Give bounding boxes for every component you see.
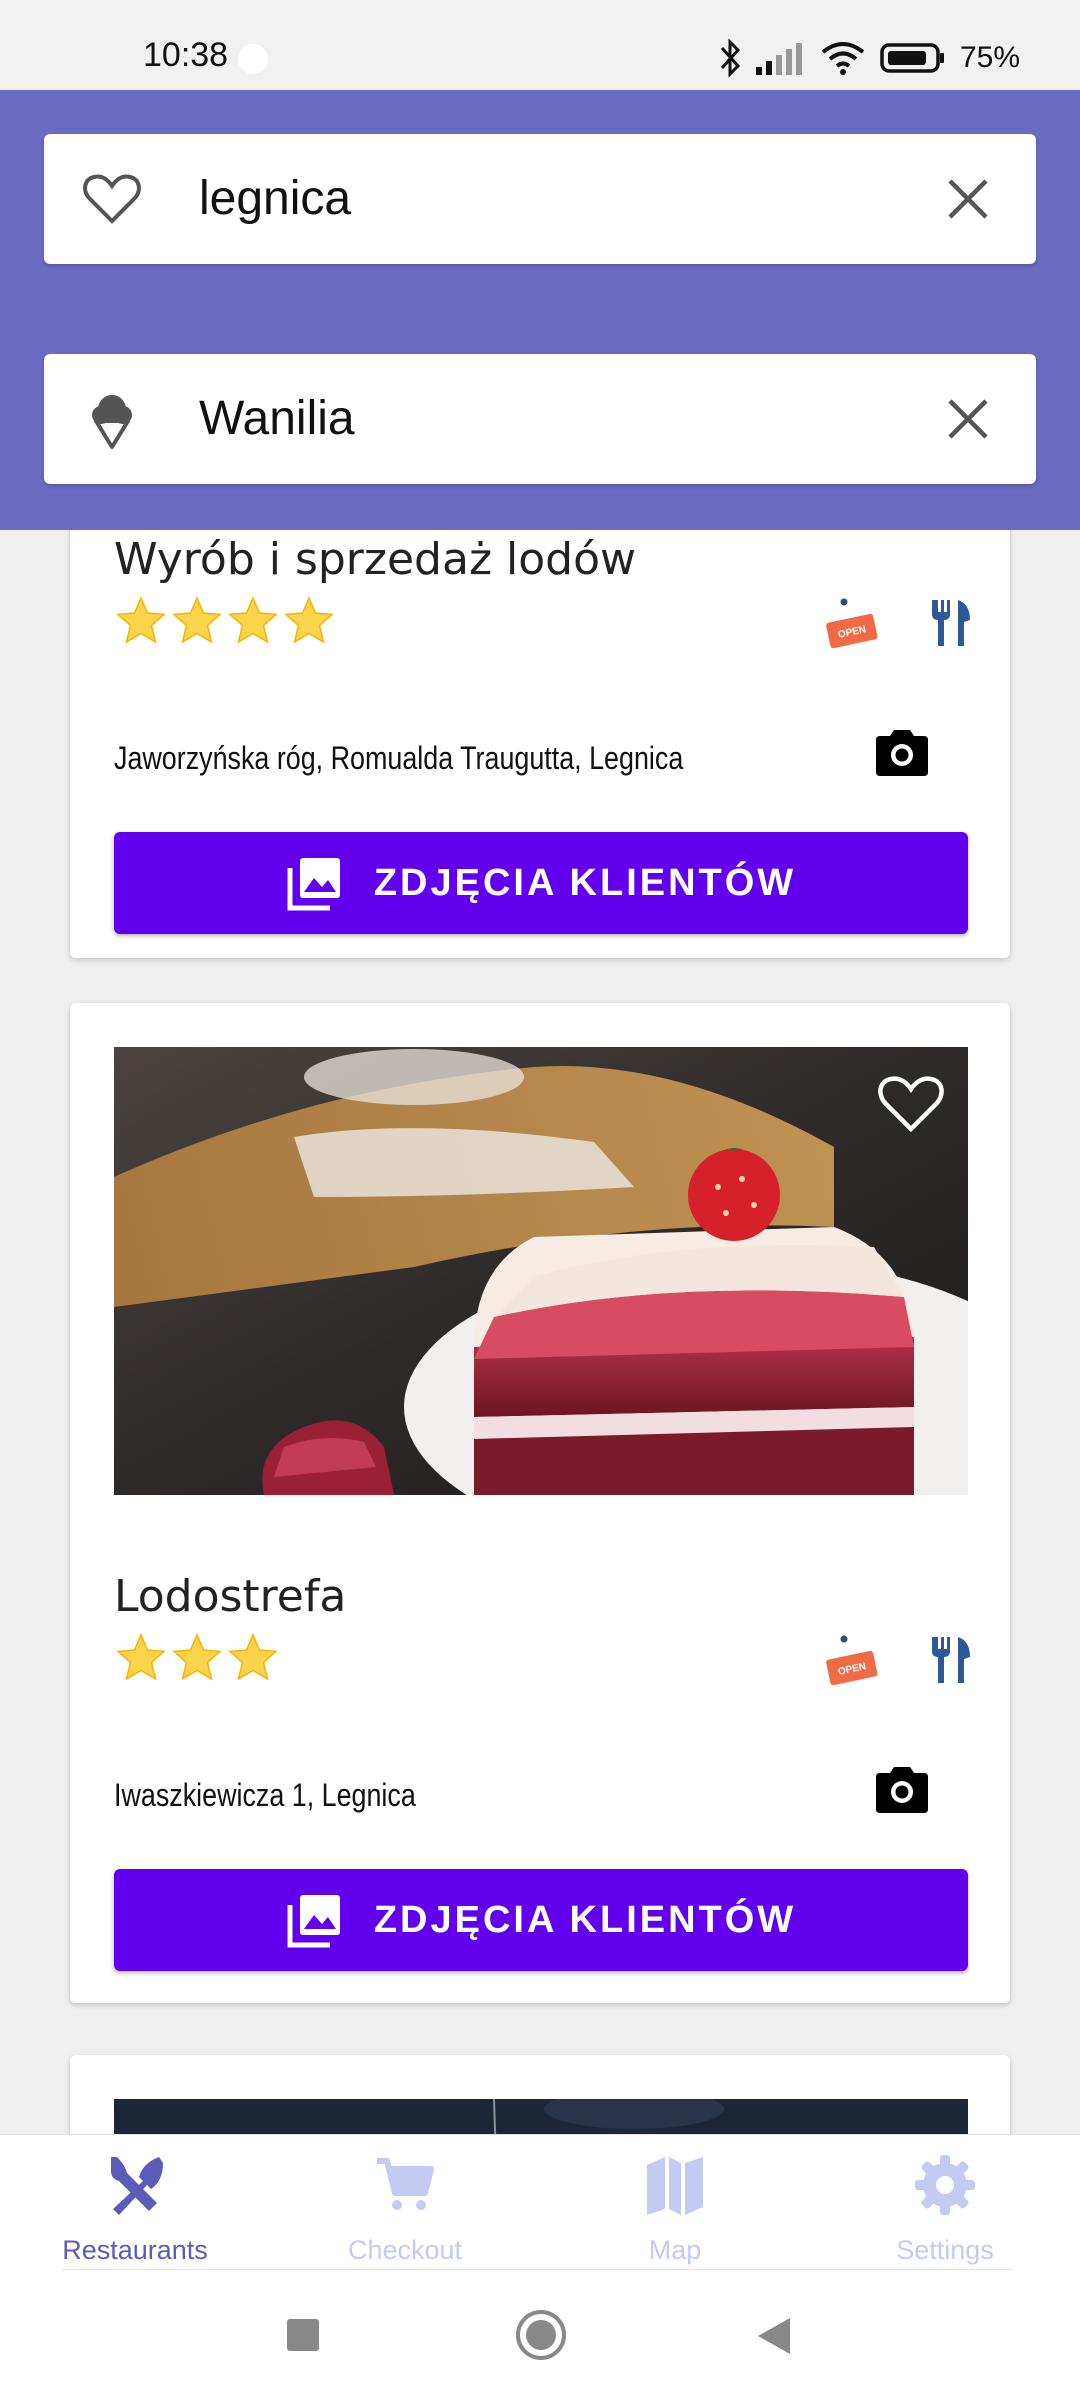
open-sign-icon: OPEN [826,598,878,649]
camera-icon[interactable] [872,1763,932,1817]
clear-flavor-icon[interactable] [940,391,996,447]
star-icon [172,596,222,644]
restaurant-address: Iwaszkiewicza 1, Legnica [114,1777,416,1813]
nav-restaurants-label: Restaurants [62,2235,208,2265]
city-search-bar[interactable]: legnica [44,134,1036,264]
favorite-heart-icon[interactable] [876,1071,946,1135]
nav-checkout-label: Checkout [347,2235,463,2265]
wifi-icon [821,42,865,75]
flavor-search-input[interactable]: Wanilia [199,354,355,484]
restaurant-card[interactable] [70,2055,1010,2134]
nav-restaurants[interactable]: Restaurants [0,2135,270,2271]
signal-icon [755,43,802,75]
restaurant-card[interactable]: Lodostrefa OPEN Iwaszkiewicza 1, Legnica [70,1003,1010,2003]
restaurant-address: Jaworzyńska róg, Romualda Traugutta, Leg… [114,740,684,776]
flavor-search-bar[interactable]: Wanilia [44,354,1036,484]
nav-map-label: Map [648,2235,702,2265]
restaurant-name: Lodostrefa [114,1571,347,1622]
restaurant-photo[interactable] [114,1047,968,1495]
customer-photos-label: ZDJĘCIA KLIENTÓW [373,1898,797,1941]
nav-settings[interactable]: Settings [810,2135,1080,2271]
customer-photos-button[interactable]: ZDJĘCIA KLIENTÓW [114,832,968,934]
restaurant-list[interactable]: Wyrób i sprzedaż lodów OPEN Jaworzyńska … [0,530,1080,2134]
app-screen: 10:38 75% legnica Wanilia Wyrób i sprzed… [0,0,1080,2400]
cart-icon [377,2158,434,2210]
search-header: legnica Wanilia [0,90,1080,530]
customer-photos-button[interactable]: ZDJĘCIA KLIENTÓW [114,1869,968,1971]
restaurant-name: Wyrób i sprzedaż lodów [114,534,637,585]
photo-library-icon [287,858,340,911]
restaurant-card[interactable]: Wyrób i sprzedaż lodów OPEN Jaworzyńska … [70,530,1010,958]
status-time: 10:38 [143,36,229,74]
star-icon [228,1633,278,1681]
battery-icon [880,43,944,73]
ice-cream-icon [92,395,132,449]
back-icon[interactable] [756,2316,792,2356]
cutlery-icon [932,600,970,646]
restaurant-photo[interactable] [114,2099,968,2134]
gear-icon [915,2155,975,2215]
city-search-input[interactable]: legnica [199,134,351,264]
rating-stars [114,594,336,648]
partial-photo-image [114,2099,968,2134]
star-icon [172,1633,222,1681]
clear-city-icon[interactable] [940,171,996,227]
rating-stars [114,1631,280,1685]
recents-icon[interactable] [286,2318,320,2352]
map-icon [647,2157,703,2215]
star-icon [284,596,334,644]
system-navigation-bar [0,2270,1080,2400]
customer-photos-label: ZDJĘCIA KLIENTÓW [373,861,797,904]
status-bar: 10:38 75% [0,0,1080,90]
home-icon[interactable] [514,2308,568,2362]
cutlery-icon [932,1637,970,1683]
status-indicators: 75% [718,36,1020,80]
nav-map[interactable]: Map [540,2135,810,2271]
open-sign-icon: OPEN [826,1635,878,1686]
camera-icon[interactable] [872,726,932,780]
cake-photo-image [114,1047,968,1495]
bluetooth-icon [720,38,741,78]
notification-icon [238,44,268,74]
nav-checkout[interactable]: Checkout [270,2135,540,2271]
star-icon [116,1633,166,1681]
cutlery-cross-icon [111,2157,163,2215]
star-icon [116,596,166,644]
nav-settings-label: Settings [896,2235,994,2265]
star-icon [228,596,278,644]
bottom-navigation: Restaurants Checkout Map Settings [0,2134,1080,2270]
battery-percent: 75% [959,41,1020,74]
photo-library-icon [287,1895,340,1948]
heart-outline-icon [83,174,141,224]
